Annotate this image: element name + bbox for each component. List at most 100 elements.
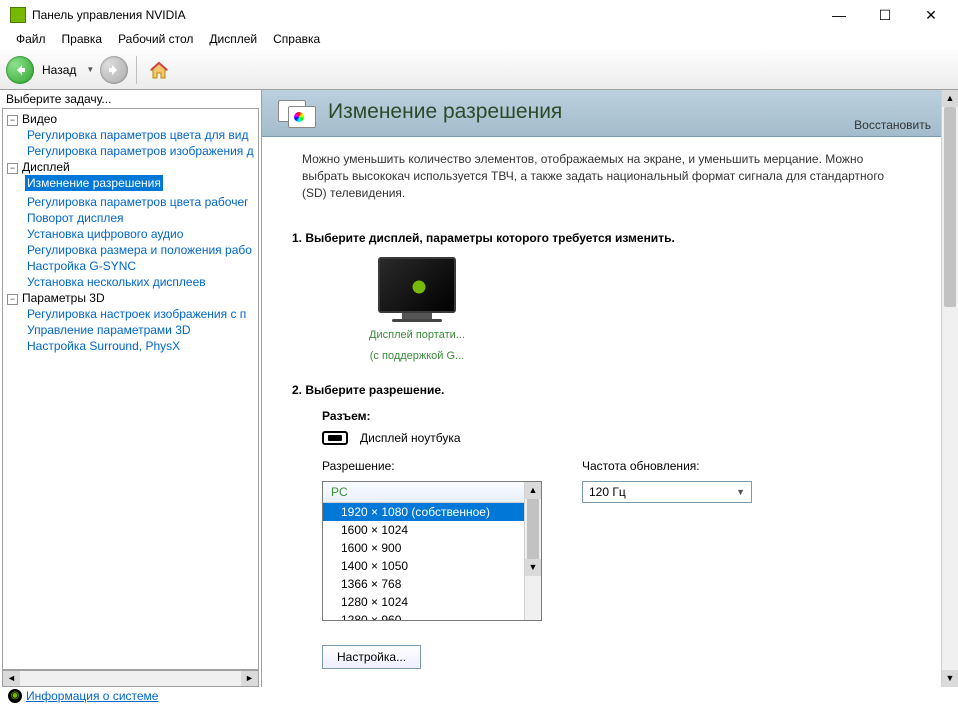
resolution-column: Разрешение: PC 1920 × 1080 (собственное)… [322, 459, 542, 621]
tree-item[interactable]: Регулировка параметров цвета для вид [25, 127, 258, 143]
step-1: 1. Выберите дисплей, параметры которого … [262, 221, 941, 373]
back-label: Назад [42, 63, 76, 77]
resolution-option[interactable]: 1366 × 768 [323, 575, 541, 593]
resolution-list[interactable]: PC 1920 × 1080 (собственное)1600 × 10241… [322, 481, 542, 621]
scroll-up-button[interactable]: ▲ [525, 482, 541, 499]
menubar: Файл Правка Рабочий стол Дисплей Справка [0, 30, 958, 50]
refresh-rate-select[interactable]: 120 Гц ▼ [582, 481, 752, 503]
home-icon [148, 59, 170, 81]
window-title: Панель управления NVIDIA [32, 8, 816, 22]
resolution-option[interactable]: 1600 × 900 [323, 539, 541, 557]
scroll-thumb[interactable] [527, 499, 539, 559]
sidebar: Выберите задачу... −ВидеоРегулировка пар… [0, 90, 262, 687]
scroll-track[interactable] [942, 307, 958, 670]
tree-toggle-icon[interactable]: − [7, 294, 18, 305]
display-name: Дисплей портати... [352, 328, 482, 342]
task-tree: −ВидеоРегулировка параметров цвета для в… [2, 108, 259, 670]
connector-value: Дисплей ноутбука [360, 431, 461, 445]
tree-item[interactable]: Установка цифрового аудио [25, 226, 258, 242]
resolution-icon [278, 100, 318, 132]
resolution-option[interactable]: 1920 × 1080 (собственное) [323, 503, 541, 521]
resolution-option[interactable]: 1280 × 960 [323, 611, 541, 621]
system-info-link[interactable]: Информация о системе [26, 689, 158, 703]
connector-label: Разъем: [322, 409, 911, 423]
menu-display[interactable]: Дисплей [201, 30, 265, 50]
tree-toggle-icon[interactable]: − [7, 115, 18, 126]
tree-item[interactable]: Установка нескольких дисплеев [25, 274, 258, 290]
step-2-title: 2. Выберите разрешение. [292, 383, 911, 397]
tree-item[interactable]: Регулировка размера и положения рабо [25, 242, 258, 258]
scroll-right-button[interactable]: ► [241, 671, 258, 686]
tree-item[interactable]: Регулировка настроек изображения с п [25, 306, 258, 322]
tree-category-label: Дисплей [22, 160, 70, 174]
content: Изменение разрешения Восстановить Можно … [262, 90, 941, 687]
info-icon: ◉ [8, 689, 22, 703]
home-button[interactable] [145, 56, 173, 84]
laptop-display-icon [322, 431, 348, 445]
scroll-left-button[interactable]: ◄ [3, 671, 20, 686]
tree-item[interactable]: Поворот дисплея [25, 210, 258, 226]
refresh-value: 120 Гц [589, 485, 626, 499]
tree-item[interactable]: Изменение разрешения [25, 175, 163, 191]
step-2: 2. Выберите разрешение. Разъем: Дисплей … [262, 373, 941, 687]
page-title: Изменение разрешения [328, 100, 925, 124]
window-controls: — ☐ ✕ [816, 0, 954, 30]
arrow-right-icon [107, 63, 121, 77]
monitor-base [392, 319, 442, 322]
back-button[interactable] [6, 56, 34, 84]
connector-row: Дисплей ноутбука [322, 431, 911, 445]
tree-item[interactable]: Настройка Surround, PhysX [25, 338, 258, 354]
footer: ◉ Информация о системе [0, 685, 166, 707]
resolution-option[interactable]: 1600 × 1024 [323, 521, 541, 539]
content-wrap: Изменение разрешения Восстановить Можно … [262, 90, 958, 687]
resolution-group-pc: PC [323, 482, 541, 503]
resolution-label: Разрешение: [322, 459, 542, 473]
toolbar-separator [136, 56, 137, 84]
scroll-down-button[interactable]: ▼ [942, 670, 958, 687]
back-dropdown[interactable]: ▼ [84, 65, 96, 74]
scroll-thumb[interactable] [944, 107, 956, 307]
scroll-up-button[interactable]: ▲ [942, 90, 958, 107]
page-header: Изменение разрешения Восстановить [262, 90, 941, 137]
minimize-button[interactable]: — [816, 0, 862, 30]
restore-link[interactable]: Восстановить [854, 118, 931, 132]
refresh-column: Частота обновления: 120 Гц ▼ [582, 459, 752, 621]
monitor-icon [378, 257, 456, 313]
step-1-title: 1. Выберите дисплей, параметры которого … [292, 231, 911, 245]
scroll-down-button[interactable]: ▼ [525, 559, 541, 576]
refresh-label: Частота обновления: [582, 459, 752, 473]
tree-item[interactable]: Регулировка параметров изображения д [25, 143, 258, 159]
tree-category[interactable]: −Видео [7, 111, 258, 127]
main-area: Выберите задачу... −ВидеоРегулировка пар… [0, 90, 958, 687]
scroll-track[interactable] [20, 671, 241, 686]
arrow-left-icon [13, 63, 27, 77]
tree-item[interactable]: Управление параметрами 3D [25, 322, 258, 338]
page-description: Можно уменьшить количество элементов, от… [262, 137, 941, 221]
toolbar: Назад ▼ [0, 50, 958, 90]
display-thumbnail[interactable]: Дисплей портати... (с поддержкой G... [352, 257, 482, 363]
content-v-scrollbar[interactable]: ▲ ▼ [941, 90, 958, 687]
tree-toggle-icon[interactable]: − [7, 163, 18, 174]
tree-category-label: Видео [22, 112, 57, 126]
resolution-option[interactable]: 1400 × 1050 [323, 557, 541, 575]
resolution-option[interactable]: 1280 × 1024 [323, 593, 541, 611]
tree-category-label: Параметры 3D [22, 291, 105, 305]
tree-item[interactable]: Регулировка параметров цвета рабочег [25, 194, 258, 210]
tree-category[interactable]: −Параметры 3D [7, 290, 258, 306]
chevron-down-icon: ▼ [736, 487, 745, 497]
maximize-button[interactable]: ☐ [862, 0, 908, 30]
forward-button[interactable] [100, 56, 128, 84]
resolution-refresh-row: Разрешение: PC 1920 × 1080 (собственное)… [292, 459, 911, 621]
menu-desktop[interactable]: Рабочий стол [110, 30, 201, 50]
titlebar: Панель управления NVIDIA — ☐ ✕ [0, 0, 958, 30]
sidebar-header: Выберите задачу... [0, 90, 261, 108]
resolution-scrollbar[interactable]: ▲ ▼ [524, 482, 541, 620]
tree-category[interactable]: −Дисплей [7, 159, 258, 175]
menu-file[interactable]: Файл [8, 30, 54, 50]
menu-help[interactable]: Справка [265, 30, 328, 50]
close-button[interactable]: ✕ [908, 0, 954, 30]
nvidia-icon [10, 7, 26, 23]
tree-item[interactable]: Настройка G-SYNC [25, 258, 258, 274]
menu-edit[interactable]: Правка [54, 30, 111, 50]
customize-button[interactable]: Настройка... [322, 645, 421, 669]
